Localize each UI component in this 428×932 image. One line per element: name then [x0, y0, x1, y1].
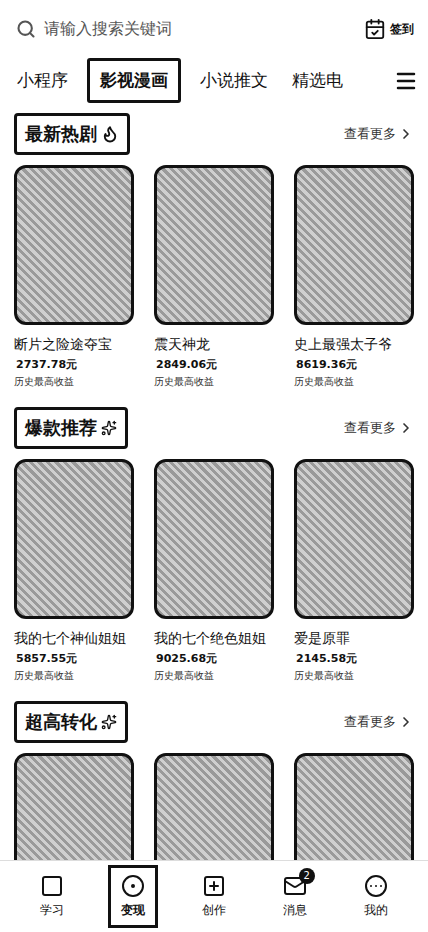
nav-button[interactable]: 我的 [351, 865, 401, 928]
tab-list: 小程序影视漫画小说推文精选电 [12, 58, 394, 103]
drama-amount: 9025.68元 [154, 651, 274, 666]
nav-button[interactable]: 学习 [27, 865, 77, 928]
chevron-right-icon [398, 126, 414, 142]
drama-poster [294, 165, 414, 325]
checkin-label: 签到 [390, 21, 414, 38]
card-row: 我的七个神仙姐姐5857.55元历史最高收益我的七个绝色姐姐9025.68元历史… [14, 459, 414, 695]
more-link[interactable]: 查看更多 [344, 125, 414, 143]
drama-caption: 历史最高收益 [154, 375, 274, 389]
drama-poster [14, 165, 134, 325]
section-title: 超高转化 [14, 701, 128, 743]
nav-button[interactable]: 创作 [189, 865, 239, 928]
drama-caption: 历史最高收益 [14, 375, 134, 389]
drama-section: 爆款推荐查看更多我的七个神仙姐姐5857.55元历史最高收益我的七个绝色姐姐90… [0, 401, 428, 695]
content: 最新热剧查看更多断片之险途夺宝2737.78元历史最高收益震天神龙2849.06… [0, 107, 428, 860]
nav-badge: 2 [299, 868, 315, 884]
drama-poster [154, 459, 274, 619]
card-row [14, 753, 414, 860]
drama-caption: 历史最高收益 [154, 669, 274, 683]
drama-card[interactable] [154, 753, 274, 860]
tab[interactable]: 小说推文 [195, 58, 273, 103]
top-bar: 请输入搜索关键词 签到 [0, 0, 428, 54]
drama-card[interactable]: 我的七个神仙姐姐 5857.55元历史最高收益 [14, 459, 134, 683]
drama-card[interactable]: 我的七个绝色姐姐 9025.68元历史最高收益 [154, 459, 274, 683]
drama-poster [14, 753, 134, 860]
drama-card[interactable]: 断片之险途夺宝 2737.78元历史最高收益 [14, 165, 134, 389]
study-icon [40, 874, 64, 898]
section-header: 爆款推荐 查看更多 [14, 401, 414, 459]
drama-poster [294, 459, 414, 619]
more-link[interactable]: 查看更多 [344, 419, 414, 437]
drama-poster [154, 753, 274, 860]
drama-amount: 5857.55元 [14, 651, 134, 666]
nav-label: 创作 [202, 902, 226, 919]
drama-title: 断片之险途夺宝 [14, 336, 134, 354]
checkin-button[interactable]: 签到 [364, 18, 414, 40]
drama-section: 超高转化 查看更多 [0, 695, 428, 860]
tab[interactable]: 小程序 [12, 58, 73, 103]
nav-label: 我的 [364, 902, 388, 919]
create-icon [202, 874, 226, 898]
chevron-right-icon [398, 420, 414, 436]
drama-poster [154, 165, 274, 325]
nav-label: 变现 [121, 902, 145, 919]
drama-title: 我的七个绝色姐姐 [154, 630, 274, 648]
drama-card[interactable]: 爱是原罪 2145.58元历史最高收益 [294, 459, 414, 683]
nav-label: 学习 [40, 902, 64, 919]
section-header: 超高转化 查看更多 [14, 695, 414, 753]
drama-title: 震天神龙 [154, 336, 274, 354]
tabs-row: 小程序影视漫画小说推文精选电 [0, 54, 428, 107]
drama-card[interactable]: 震天神龙 2849.06元历史最高收益 [154, 165, 274, 389]
search-field[interactable]: 请输入搜索关键词 [16, 10, 352, 48]
drama-poster [14, 459, 134, 619]
flame-icon [101, 125, 119, 143]
drama-caption: 历史最高收益 [294, 375, 414, 389]
tab[interactable]: 精选电 [287, 58, 348, 103]
drama-caption: 历史最高收益 [14, 669, 134, 683]
drama-title: 史上最强太子爷 [294, 336, 414, 354]
drama-card[interactable] [294, 753, 414, 860]
section-title: 最新热剧 [14, 113, 130, 155]
nav-button[interactable]: 变现 [108, 865, 158, 928]
checkin-icon [364, 18, 386, 40]
sparkle-icon [101, 714, 117, 730]
app-page: 请输入搜索关键词签到小程序影视漫画小说推文精选电最新热剧查看更多断片之险途夺宝2… [0, 0, 428, 932]
search-icon [16, 19, 36, 39]
drama-title: 我的七个神仙姐姐 [14, 630, 134, 648]
drama-poster [294, 753, 414, 860]
drama-amount: 2849.06元 [154, 357, 274, 372]
search-placeholder: 请输入搜索关键词 [44, 19, 172, 40]
drama-section: 最新热剧查看更多断片之险途夺宝2737.78元历史最高收益震天神龙2849.06… [0, 107, 428, 401]
bottom-nav: 学习 变现 创作 消息 2 我的 [0, 860, 428, 932]
drama-title: 爱是原罪 [294, 630, 414, 648]
tab[interactable]: 影视漫画 [87, 58, 181, 103]
monetize-icon [121, 874, 145, 898]
section-title: 爆款推荐 [14, 407, 128, 449]
drama-card[interactable] [14, 753, 134, 860]
drama-caption: 历史最高收益 [294, 669, 414, 683]
section-header: 最新热剧 查看更多 [14, 107, 414, 165]
card-row: 断片之险途夺宝2737.78元历史最高收益震天神龙2849.06元历史最高收益史… [14, 165, 414, 401]
drama-amount: 2145.58元 [294, 651, 414, 666]
sparkle-icon [101, 420, 117, 436]
more-link[interactable]: 查看更多 [344, 713, 414, 731]
drama-card[interactable]: 史上最强太子爷 8619.36元历史最高收益 [294, 165, 414, 389]
chevron-right-icon [398, 714, 414, 730]
drama-amount: 8619.36元 [294, 357, 414, 372]
drama-amount: 2737.78元 [14, 357, 134, 372]
nav-button[interactable]: 消息 2 [270, 865, 320, 928]
nav-label: 消息 [283, 902, 307, 919]
menu-icon[interactable] [394, 69, 418, 93]
more-icon [364, 874, 388, 898]
